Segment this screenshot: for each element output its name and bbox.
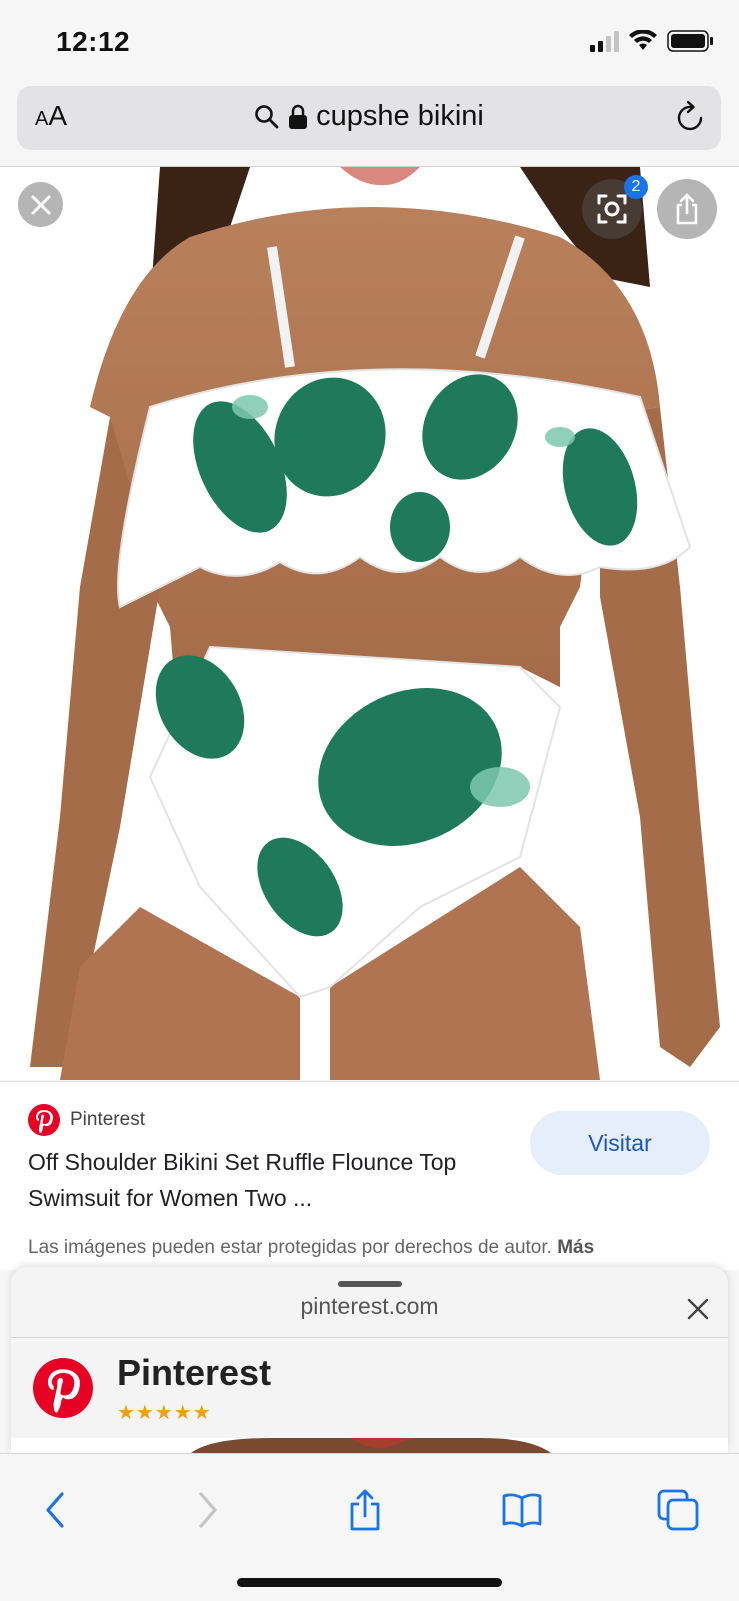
status-bar: 12:12	[0, 0, 739, 84]
share-icon	[350, 1489, 380, 1531]
home-indicator	[237, 1578, 502, 1587]
result-title[interactable]: Off Shoulder Bikini Set Ruffle Flounce T…	[28, 1144, 518, 1216]
status-icons	[590, 30, 713, 52]
reload-icon[interactable]	[675, 100, 707, 134]
status-time: 12:12	[56, 26, 131, 57]
close-icon	[31, 195, 50, 214]
address-bar[interactable]: AA cupshe bikini	[17, 86, 721, 150]
lens-search-button[interactable]: 2	[582, 175, 648, 239]
sheet-domain: pinterest.com	[300, 1293, 439, 1319]
search-icon	[255, 104, 279, 128]
chevron-right-icon	[199, 1492, 217, 1528]
tabs-icon	[657, 1489, 699, 1531]
chevron-left-icon	[46, 1492, 64, 1528]
close-image-button[interactable]	[18, 182, 63, 227]
source-name: Pinterest	[70, 1109, 145, 1130]
wifi-icon	[629, 30, 657, 50]
bookmarks-button[interactable]	[492, 1480, 552, 1540]
lens-icon	[597, 194, 627, 224]
forward-button[interactable]	[178, 1480, 238, 1540]
app-rating-stars: ★★★★★	[117, 1402, 212, 1424]
result-info: Pinterest Off Shoulder Bikini Set Ruffle…	[0, 1081, 739, 1270]
result-image[interactable]: 2	[0, 167, 739, 1080]
pinterest-app-icon	[33, 1358, 93, 1418]
battery-icon	[667, 30, 713, 52]
lens-badge: 2	[624, 175, 648, 199]
share-button[interactable]	[335, 1480, 395, 1540]
source-row[interactable]: Pinterest	[28, 1104, 145, 1136]
sheet-grabber[interactable]	[338, 1281, 402, 1287]
book-icon	[502, 1493, 542, 1528]
url-display[interactable]: cupshe bikini	[17, 100, 721, 133]
site-preview-sheet[interactable]: pinterest.com Pinterest ★★★★★	[11, 1267, 728, 1453]
swimsuit-photo	[0, 167, 739, 1080]
back-button[interactable]	[25, 1480, 85, 1540]
copyright-text: Las imágenes pueden estar protegidas por…	[28, 1237, 552, 1258]
tabs-button[interactable]	[648, 1480, 708, 1540]
more-link[interactable]: Más	[557, 1237, 594, 1258]
app-row[interactable]: Pinterest ★★★★★	[11, 1338, 728, 1438]
copyright-notice: Las imágenes pueden estar protegidas por…	[28, 1237, 594, 1259]
cellular-signal-icon	[590, 30, 619, 52]
share-image-button[interactable]	[657, 179, 717, 239]
sheet-content-peek	[11, 1438, 728, 1453]
visit-button[interactable]: Visitar	[530, 1111, 710, 1175]
app-name: Pinterest	[117, 1352, 272, 1393]
share-icon	[676, 193, 698, 225]
pinterest-logo-icon	[28, 1104, 60, 1136]
url-text: cupshe bikini	[316, 100, 484, 132]
sheet-close-icon[interactable]	[686, 1297, 710, 1321]
lock-icon	[289, 104, 308, 129]
